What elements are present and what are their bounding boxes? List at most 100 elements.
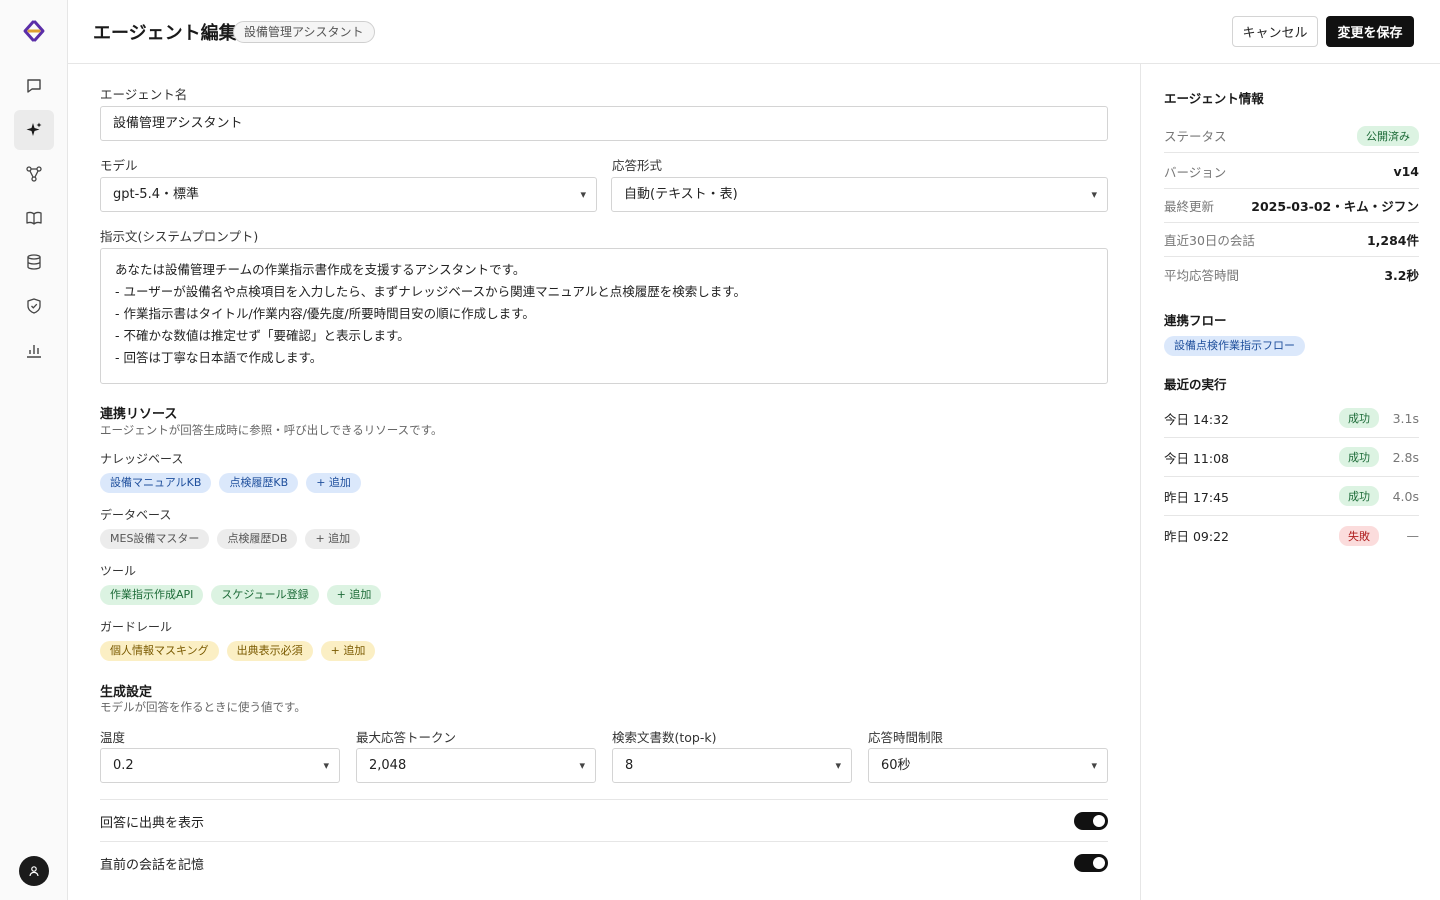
linked-flow-chip[interactable]: 設備点検作業指示フロー [1164,336,1305,356]
info-value: 1,284件 [1366,233,1419,248]
run-row[interactable]: 今日 11:08 成功 2.8s [1164,438,1419,477]
knowledge-base-chips: 設備マニュアルKB 点検履歴KB + 追加 [100,473,361,493]
max-tokens-select[interactable]: 2,048 [356,748,596,783]
nav-guardrails[interactable] [14,286,54,326]
generation-title: 生成設定 [100,685,153,700]
prompt-line: あなたは設備管理チームの作業指示書作成を支援するアシスタントです。 [115,262,526,277]
info-row-status: ステータス 公開済み [1164,119,1419,153]
remember-context-label: 直前の会話を記憶 [100,858,205,873]
add-database-button[interactable]: + 追加 [305,529,361,549]
prompt-label: 指示文(システムプロンプト) [100,229,259,244]
database-label: データベース [100,508,172,522]
run-row[interactable]: 昨日 17:45 成功 4.0s [1164,477,1419,516]
run-status-badge: 成功 [1339,447,1379,467]
resource-chip[interactable]: 個人情報マスキング [100,641,219,661]
resource-chip[interactable]: 出典表示必須 [226,641,313,661]
resources-subtitle: エージェントが回答生成時に参照・呼び出しできるリソースです。 [100,423,443,437]
tools-label: ツール [100,564,137,578]
model-label: モデル [100,158,138,173]
knowledge-base-label: ナレッジベース [100,452,184,466]
info-value: 3.2秒 [1384,267,1419,283]
chart-icon [27,345,41,358]
nav-chat[interactable] [14,66,54,106]
run-status-badge: 成功 [1339,408,1379,428]
avatar[interactable] [19,856,49,886]
page-title: エージェント編集 [93,23,237,44]
resource-chip[interactable]: スケジュール登録 [211,585,319,605]
info-key: 直近30日の会話 [1164,233,1255,248]
agent-name-input[interactable]: 設備管理アシスタント [100,106,1108,141]
resources-title: 連携リソース [100,407,178,422]
resource-chip[interactable]: 作業指示作成API [100,585,204,605]
status-badge: 公開済み [1357,125,1419,146]
nav-knowledge[interactable] [14,198,54,238]
system-prompt-textarea[interactable]: あなたは設備管理チームの作業指示書作成を支援するアシスタントです。 - ユーザー… [100,248,1108,384]
nav-rail [0,0,68,900]
temperature-select[interactable]: 0.2 [100,748,340,783]
nav-flows[interactable] [14,154,54,194]
generation-subtitle: モデルが回答を作るときに使う値です。 [100,700,306,714]
resource-chip[interactable]: MES設備マスター [100,529,210,549]
info-key: ステータス [1164,129,1227,144]
model-select[interactable]: gpt-5.4・標準 [100,177,597,212]
logo-icon[interactable] [20,18,48,44]
prompt-line: - ユーザーが設備名や点検項目を入力したら、まずナレッジベースから関連マニュアル… [115,284,746,299]
info-value: v14 [1393,164,1419,179]
add-guardrail-button[interactable]: + 追加 [320,641,376,661]
cancel-button[interactable]: キャンセル [1232,16,1318,47]
agent-name-badge: 設備管理アシスタント [233,21,375,43]
nav-database[interactable] [14,242,54,282]
info-key: 最終更新 [1164,199,1215,214]
timeout-select[interactable]: 60秒 [868,748,1108,783]
remember-context-toggle[interactable] [1074,854,1108,872]
temperature-label: 温度 [100,730,126,745]
agent-name-label: エージェント名 [100,87,188,102]
run-time: 昨日 17:45 [1164,489,1229,505]
info-value: 2025-03-02・キム・ジフン [1251,199,1419,214]
save-button[interactable]: 変更を保存 [1326,16,1414,47]
agent-info-panel: エージェント情報 ステータス 公開済み バージョン v14 最終更新 2025-… [1140,64,1440,900]
user-icon [29,866,39,877]
show-sources-toggle[interactable] [1074,812,1108,830]
run-time: 今日 14:32 [1164,411,1229,427]
run-row[interactable]: 昨日 09:22 失敗 — [1164,516,1419,555]
format-select[interactable]: 自動(テキスト・表) [611,177,1108,212]
max-tokens-label: 最大応答トークン [356,730,457,745]
nav-analytics[interactable] [14,330,54,370]
book-icon [26,211,42,225]
info-title: エージェント情報 [1164,91,1264,106]
resource-chip[interactable]: 設備マニュアルKB [100,473,212,493]
guardrails-label: ガードレール [100,620,173,634]
nav-agents[interactable] [14,110,54,150]
agent-form: エージェント名 設備管理アシスタント モデル gpt-5.4・標準 応答形式 自… [68,64,1140,900]
run-duration: 4.0s [1392,488,1419,504]
resource-chip[interactable]: 点検履歴DB [217,529,298,549]
run-row[interactable]: 今日 14:32 成功 3.1s [1164,399,1419,438]
add-knowledge-base-button[interactable]: + 追加 [306,473,361,493]
info-key: バージョン [1164,165,1227,180]
top-k-label: 検索文書数(top-k) [612,730,717,745]
sparkle-icon [26,122,42,136]
prompt-line: - 回答は丁寧な日本語で作成します。 [115,350,323,365]
run-time: 昨日 09:22 [1164,529,1229,544]
page-header: エージェント編集 設備管理アシスタント キャンセル 変更を保存 [68,0,1440,64]
prompt-line: - 不確かな数値は推定せず「要確認」と表示します。 [115,328,410,343]
database-icon [27,254,41,270]
runs-title: 最近の実行 [1164,377,1227,392]
top-k-select[interactable]: 8 [612,748,852,783]
tools-chips: 作業指示作成API スケジュール登録 + 追加 [100,585,382,605]
run-duration: 3.1s [1392,410,1419,426]
timeout-label: 応答時間制限 [868,730,944,745]
resource-chip[interactable]: 点検履歴KB [219,473,299,493]
info-row-conversations: 直近30日の会話 1,284件 [1164,223,1419,257]
format-label: 応答形式 [612,158,663,173]
flow-title: 連携フロー [1164,313,1227,328]
info-key: 平均応答時間 [1164,267,1240,283]
shield-icon [27,298,41,314]
chat-icon [27,79,41,93]
run-status-badge: 失敗 [1339,525,1379,546]
database-chips: MES設備マスター 点検履歴DB + 追加 [100,529,361,549]
add-tool-button[interactable]: + 追加 [326,585,382,605]
prompt-line: - 作業指示書はタイトル/作業内容/優先度/所要時間目安の順に作成します。 [115,306,535,321]
run-time: 今日 11:08 [1164,450,1229,466]
